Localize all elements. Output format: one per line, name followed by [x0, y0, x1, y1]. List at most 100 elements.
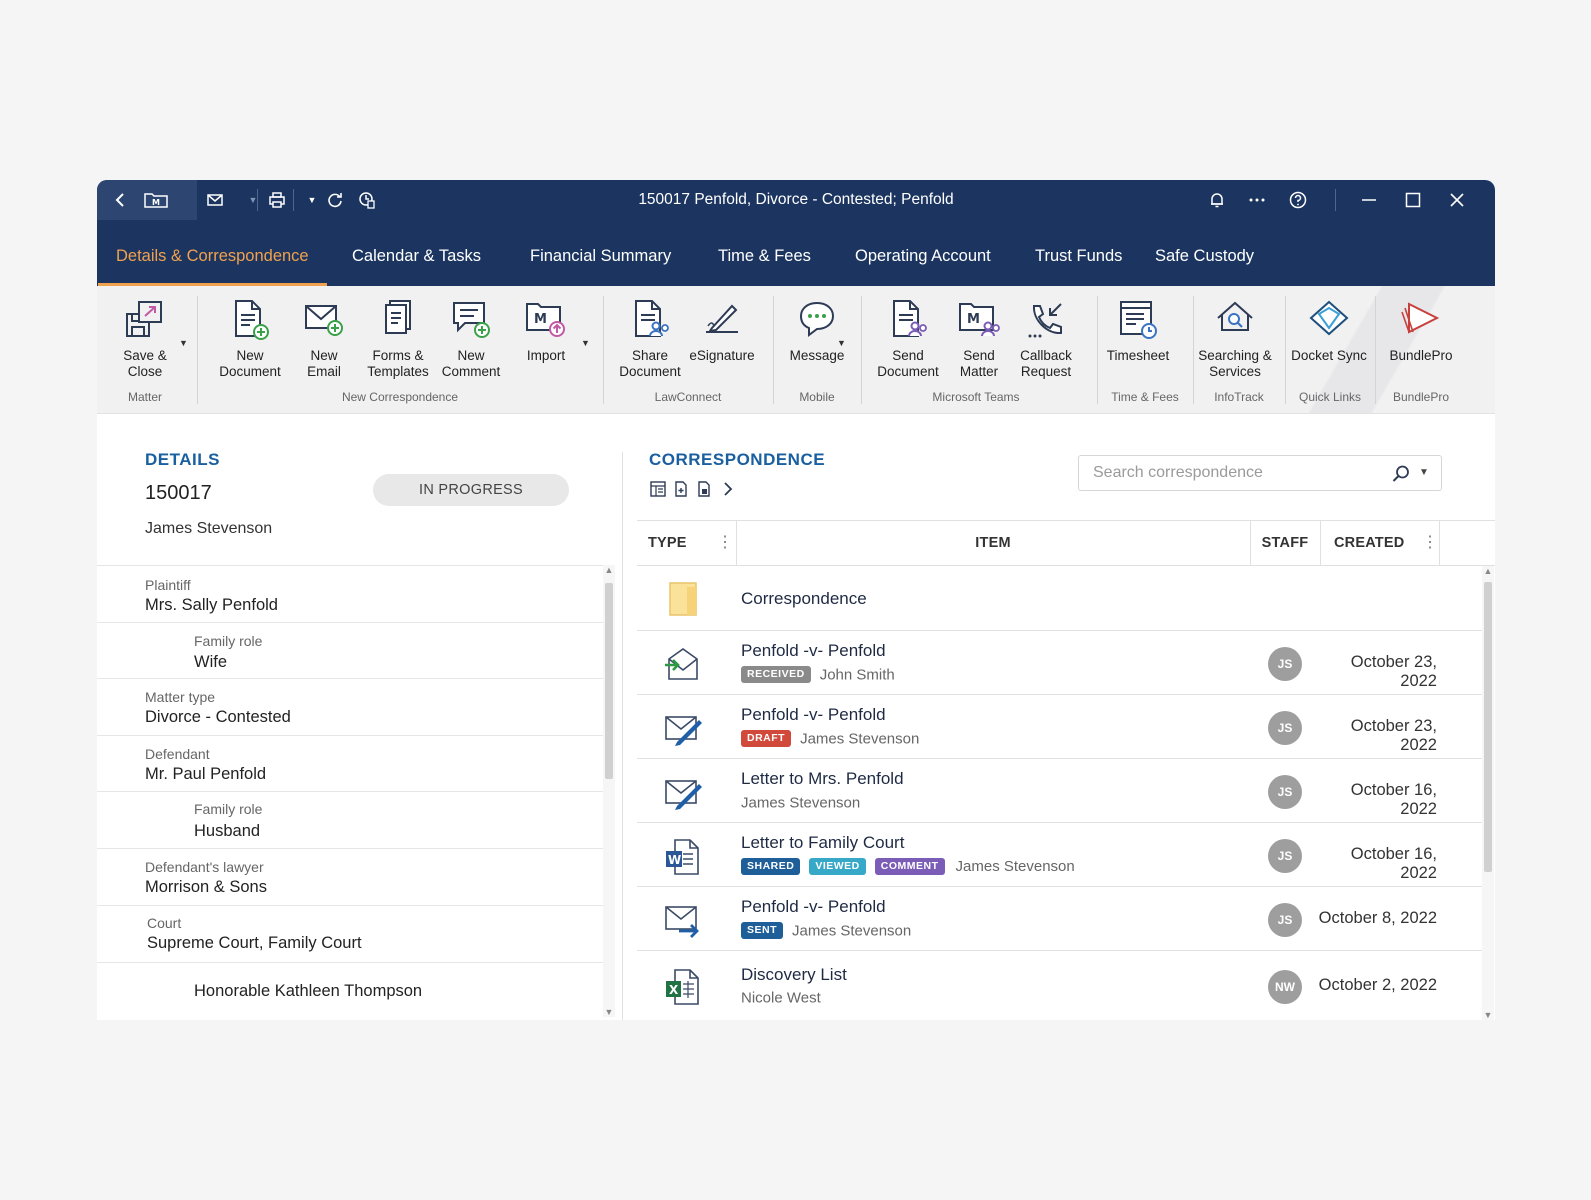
table-row[interactable]: Correspondence — [637, 566, 1482, 631]
detail-value: Supreme Court, Family Court — [147, 934, 362, 952]
table-row[interactable]: Letter to Mrs. Penfold James Stevenson J… — [637, 759, 1482, 823]
share-document-button[interactable]: Share Document — [615, 298, 685, 380]
notifications-bell-icon[interactable] — [1207, 190, 1227, 210]
new-item-icon[interactable] — [672, 480, 690, 498]
save-close-icon — [123, 298, 167, 342]
new-email-button[interactable]: New Email — [297, 298, 351, 380]
chevron-right-icon[interactable] — [719, 480, 737, 498]
column-header-staff[interactable]: STAFF — [1250, 521, 1320, 565]
type-column-menu-icon[interactable]: ⋮ — [717, 533, 733, 553]
created-date: October 23, 2022 — [1350, 717, 1437, 754]
bundlepro-button[interactable]: BundlePro — [1379, 298, 1463, 364]
timesheet-button[interactable]: Timesheet — [1103, 298, 1173, 364]
message-dropdown-icon[interactable]: ▼ — [837, 338, 846, 348]
svg-text:M: M — [534, 312, 547, 327]
tab-financial-summary[interactable]: Financial Summary — [530, 220, 671, 286]
item-title: Penfold -v- Penfold — [741, 897, 886, 916]
tab-trust-funds[interactable]: Trust Funds — [1035, 220, 1122, 286]
detail-value: Wife — [194, 653, 227, 671]
detail-row-matter-type[interactable]: Matter type Divorce - Contested — [97, 679, 603, 736]
item-meta: SENT James Stevenson — [741, 922, 911, 942]
close-icon[interactable] — [1447, 190, 1467, 210]
send-document-button[interactable]: Send Document — [873, 298, 943, 380]
table-row[interactable]: X Discovery List Nicole West NW October … — [637, 951, 1482, 1019]
share-document-icon — [628, 298, 672, 342]
timesheet-icon — [1116, 298, 1160, 342]
forms-templates-button[interactable]: Forms & Templates — [363, 298, 433, 380]
detail-row-judge[interactable]: Honorable Kathleen Thompson — [97, 963, 603, 1017]
scroll-up-arrow-icon[interactable]: ▲ — [603, 565, 615, 575]
callback-request-icon — [1024, 298, 1068, 342]
column-separator — [1320, 521, 1321, 565]
tab-details-correspondence[interactable]: Details & Correspondence — [98, 220, 327, 286]
send-matter-button[interactable]: M Send Matter — [949, 298, 1009, 380]
ribbon-group-quick-links: Quick Links — [1298, 390, 1362, 404]
matter-number: 150017 — [145, 482, 212, 504]
detail-row-defendants-lawyer[interactable]: Defendant's lawyer Morrison & Sons — [97, 849, 603, 906]
new-document-label-2: Document — [219, 364, 281, 379]
detail-label: Plaintiff — [145, 577, 191, 593]
tab-safe-custody[interactable]: Safe Custody — [1155, 220, 1254, 286]
column-header-item[interactable]: ITEM — [736, 521, 1250, 565]
scroll-up-arrow-icon[interactable]: ▲ — [1482, 566, 1494, 576]
table-row[interactable]: Penfold -v- Penfold SENT James Stevenson … — [637, 887, 1482, 951]
more-options-icon[interactable] — [1247, 190, 1267, 210]
item-title: Correspondence — [741, 589, 867, 608]
draft-email-icon — [663, 773, 703, 813]
search-icon[interactable] — [1391, 464, 1411, 484]
tab-calendar-tasks[interactable]: Calendar & Tasks — [352, 220, 481, 286]
window-title: 150017 Penfold, Divorce - Contested; Pen… — [638, 191, 954, 208]
new-email-label-1: New — [310, 348, 338, 363]
new-document-button[interactable]: New Document — [217, 298, 283, 380]
correspondence-scrollbar-thumb[interactable] — [1484, 582, 1492, 872]
search-dropdown-icon[interactable]: ▼ — [1419, 467, 1429, 478]
details-scrollbar[interactable]: ▲ ▼ — [603, 565, 615, 1017]
list-view-icon[interactable] — [649, 480, 667, 498]
detail-row-plaintiff[interactable]: Plaintiff Mrs. Sally Penfold — [97, 566, 603, 623]
searching-services-button[interactable]: Searching & Services — [1197, 298, 1273, 380]
detail-row-family-role-wife[interactable]: Family role Wife — [97, 623, 603, 679]
search-input[interactable] — [1093, 464, 1383, 482]
forms-templates-label-1: Forms & — [372, 348, 424, 363]
correspondence-search-box[interactable]: ▼ — [1078, 455, 1442, 491]
new-comment-button[interactable]: New Comment — [439, 298, 503, 380]
send-matter-icon: M — [957, 298, 1001, 342]
scroll-down-arrow-icon[interactable]: ▼ — [603, 1007, 615, 1017]
save-close-button[interactable]: Save & Close — [117, 298, 173, 380]
help-icon[interactable] — [1288, 190, 1308, 210]
detail-value: Divorce - Contested — [145, 708, 291, 726]
svg-text:X: X — [669, 983, 679, 997]
esignature-button[interactable]: eSignature — [687, 298, 757, 364]
ribbon-separator — [197, 296, 198, 404]
column-separator — [1439, 521, 1440, 565]
tab-operating-account[interactable]: Operating Account — [855, 220, 991, 286]
correspondence-scrollbar[interactable]: ▲ ▼ — [1482, 566, 1494, 1020]
import-dropdown-icon[interactable]: ▼ — [581, 338, 590, 348]
item-author: James Stevenson — [800, 730, 920, 748]
column-header-created[interactable]: CREATED — [1334, 521, 1404, 565]
docket-sync-button[interactable]: Docket Sync — [1289, 298, 1369, 364]
import-button[interactable]: M Import — [521, 298, 571, 364]
item-author: James Stevenson — [955, 858, 1075, 876]
scroll-down-arrow-icon[interactable]: ▼ — [1482, 1010, 1494, 1020]
item-title: Letter to Family Court — [741, 833, 905, 852]
callback-request-button[interactable]: Callback Request — [1015, 298, 1077, 380]
minimize-icon[interactable] — [1359, 190, 1379, 210]
ribbon-group-lawconnect: LawConnect — [654, 390, 722, 404]
table-row[interactable]: W Letter to Family Court SHARED VIEWED COM… — [637, 823, 1482, 887]
table-row[interactable]: Penfold -v- Penfold RECEIVED John Smith J… — [637, 631, 1482, 695]
word-document-icon: W — [663, 837, 703, 877]
table-row[interactable]: Penfold -v- Penfold DRAFT James Stevenson… — [637, 695, 1482, 759]
ribbon-group-infotrack: InfoTrack — [1214, 390, 1264, 404]
maximize-icon[interactable] — [1403, 190, 1423, 210]
details-scrollbar-thumb[interactable] — [605, 583, 613, 779]
message-button[interactable]: Message — [785, 298, 849, 364]
save-close-dropdown-icon[interactable]: ▼ — [179, 338, 188, 348]
detail-row-family-role-husband[interactable]: Family role Husband — [97, 792, 603, 849]
tab-time-fees[interactable]: Time & Fees — [718, 220, 811, 286]
created-column-menu-icon[interactable]: ⋮ — [1422, 533, 1438, 553]
detail-row-court[interactable]: Court Supreme Court, Family Court — [97, 906, 603, 963]
column-header-type[interactable]: TYPE — [648, 521, 687, 565]
detail-row-defendant[interactable]: Defendant Mr. Paul Penfold — [97, 736, 603, 792]
document-view-icon[interactable] — [695, 480, 713, 498]
